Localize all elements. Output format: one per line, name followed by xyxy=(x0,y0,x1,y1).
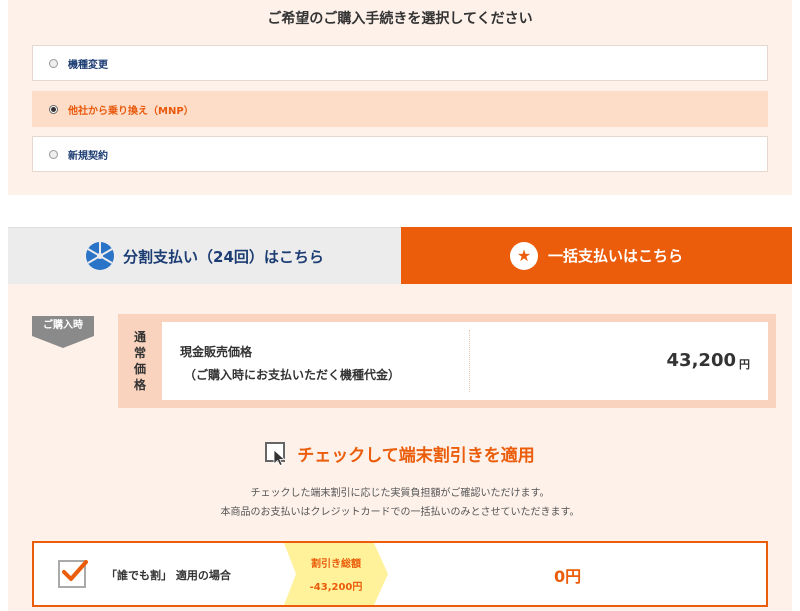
side-char: 価 xyxy=(133,362,146,376)
option-new-contract[interactable]: 新規契約 xyxy=(32,136,768,172)
discounted-price: 0円 xyxy=(554,567,582,586)
check-heading-text: チェックして端末割引きを適用 xyxy=(297,446,535,466)
badge-arrow xyxy=(32,336,94,348)
discount-total-label: 割引き総額 xyxy=(311,559,361,570)
option-label: 新規契約 xyxy=(68,150,108,162)
option-label: 機種変更 xyxy=(68,59,108,71)
regular-price-box: 通 常 価 格 現金販売価格 （ご購入時にお支払いただく機種代金） 43,200… xyxy=(118,314,776,408)
tab-installment-label: 分割支払い（24回）はこちら xyxy=(123,247,324,266)
procedure-title: ご希望のご購入手続きを選択してください xyxy=(267,11,533,27)
purchase-procedure-section: ご希望のご購入手続きを選択してください 機種変更 他社から乗り換え（MNP） 新… xyxy=(8,0,792,195)
note-line-2: 本商品のお支払いはクレジットカードでの一括払いのみとさせていただきます。 xyxy=(220,507,580,518)
tab-lump-sum-payment[interactable]: ★ 一括支払いはこちら xyxy=(401,227,792,284)
tab-lump-label: 一括支払いはこちら xyxy=(547,247,683,265)
lump-payment-panel: ご購入時 通 常 価 格 現金販売価格 （ご購入時にお支払いただく機種代金） 4… xyxy=(8,284,792,611)
discount-checkbox[interactable] xyxy=(58,560,88,588)
star-icon: ★ xyxy=(509,241,538,270)
radio-icon[interactable] xyxy=(49,149,58,159)
checkbox-cursor-icon xyxy=(265,441,286,466)
side-char: 常 xyxy=(133,346,146,360)
price-unit: 円 xyxy=(739,358,750,371)
cash-price-sublabel: （ご購入時にお支払いただく機種代金） xyxy=(184,368,401,382)
purchase-time-badge: ご購入時 xyxy=(32,316,94,336)
radio-selected-icon[interactable] xyxy=(49,104,58,114)
radio-icon[interactable] xyxy=(49,58,58,68)
side-char: 格 xyxy=(133,378,146,392)
pie-chart-icon xyxy=(86,242,115,270)
discount-tag-shape xyxy=(284,543,388,605)
divider xyxy=(469,330,470,392)
price-detail: 現金販売価格 （ご購入時にお支払いただく機種代金） 43,200 円 xyxy=(162,322,768,400)
cash-price-label: 現金販売価格 xyxy=(180,345,253,359)
discount-option-row[interactable]: 「誰でも割」 適用の場合 割引き総額 -43,200円 0円 xyxy=(32,541,768,607)
cash-price-value: 43,200 xyxy=(666,350,736,371)
tab-installment-payment[interactable]: 分割支払い（24回）はこちら xyxy=(8,227,401,284)
side-char: 通 xyxy=(133,330,146,344)
regular-price-side-label: 通 常 価 格 xyxy=(118,314,162,408)
option-label: 他社から乗り換え（MNP） xyxy=(68,105,194,117)
check-discount-heading: チェックして端末割引きを適用 xyxy=(8,441,792,466)
discount-total-amount: -43,200円 xyxy=(309,582,363,593)
note-line-1: チェックした端末割引に応じた実質負担額がご確認いただけます。 xyxy=(250,488,550,499)
checkmark-icon xyxy=(62,560,88,581)
option-mnp[interactable]: 他社から乗り換え（MNP） xyxy=(32,91,768,127)
option-model-change[interactable]: 機種変更 xyxy=(32,45,768,81)
discount-label: 「誰でも割」 適用の場合 xyxy=(106,569,231,582)
